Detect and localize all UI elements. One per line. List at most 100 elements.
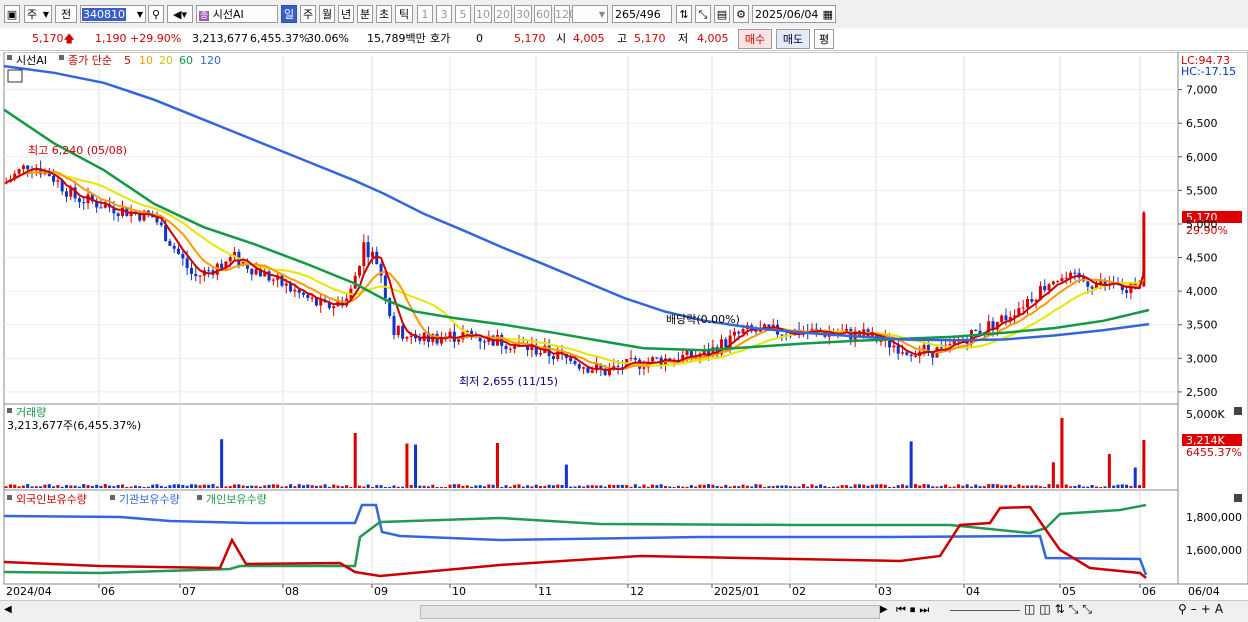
volume-bar (228, 486, 232, 488)
period-tick[interactable]: 틱 (395, 5, 413, 23)
volume-bar (543, 486, 547, 488)
x-axis: 2024/04 06 07 08 09 10 11 12 2025/01 02 03 04 05 06 06… (6, 584, 1220, 598)
crosshair-icon[interactable]: ⤡ (695, 5, 711, 23)
volume-bar (784, 485, 788, 488)
volume-bar (77, 486, 81, 488)
volume-bar (517, 484, 521, 488)
volume-bar (655, 485, 659, 488)
ma5-label: 5 (124, 54, 131, 67)
custom-minute-select[interactable]: ▼ (572, 5, 608, 23)
count-field[interactable]: 265/496 (612, 5, 672, 23)
change-value: 1,190 (95, 32, 127, 45)
x-tick-label: 12 (630, 585, 644, 598)
volume-bar (215, 486, 219, 488)
stock-chart[interactable]: 시선AI 종가 단순 5 10 20 60 120 LC:94.73 HC:-1… (0, 52, 1248, 600)
candle-body (780, 334, 784, 336)
volume-bar (1025, 485, 1029, 488)
minute-1[interactable]: 1 (417, 5, 433, 23)
low-value: 4,005 (697, 32, 729, 45)
volume-bar (258, 486, 262, 488)
buy-button[interactable]: 매수 (738, 29, 772, 49)
period-day[interactable]: 일 (281, 5, 297, 23)
candle-body (392, 315, 396, 336)
scroll-left-icon[interactable]: ◀ (4, 604, 12, 615)
search-icon[interactable]: ⚲ (148, 5, 164, 23)
volume-bar (220, 439, 224, 488)
candle-body (969, 329, 973, 344)
minute-5[interactable]: 5 (455, 5, 471, 23)
eval-button[interactable]: 평 (814, 29, 834, 49)
period-month[interactable]: 월 (319, 5, 335, 23)
volume-bar (73, 485, 77, 488)
window-menu-icon[interactable]: ▣ (4, 5, 20, 23)
speaker-icon[interactable]: ◀▾ (167, 5, 193, 23)
volume-bar (590, 485, 594, 488)
playback-icons[interactable]: ⏮⏹⏭ (896, 603, 933, 617)
volume-bar (551, 485, 555, 488)
code-input[interactable]: 340810 ▼ (80, 5, 146, 23)
minute-120[interactable]: 120 (554, 5, 576, 23)
minute-60[interactable]: 60 (534, 5, 552, 23)
candle-body (482, 341, 487, 343)
ma120-label: 120 (200, 54, 221, 67)
type-select[interactable]: 전 (55, 5, 77, 23)
volume-bar (767, 486, 771, 488)
stock-name-field[interactable]: 종 시선AI (196, 5, 278, 23)
volume-bar (43, 484, 47, 488)
scroll-right-icon[interactable]: ▶ (880, 604, 888, 615)
volume-bar (827, 486, 831, 488)
candle-body (116, 213, 120, 216)
bottom-scrollbar[interactable]: ◀ ▶ ⏮⏹⏭ ◫◫⇅⤡⤡ ⚲–+A (0, 600, 1248, 622)
hc-label: HC:-17.15 (1181, 65, 1236, 78)
period-week[interactable]: 주 (300, 5, 316, 23)
compare-icon[interactable]: ⇅ (676, 5, 692, 23)
minute-30[interactable]: 30 (514, 5, 532, 23)
market-select[interactable]: 주 ▼ (24, 5, 52, 23)
minute-20[interactable]: 20 (494, 5, 512, 23)
period-minute[interactable]: 분 (357, 5, 373, 23)
date-field[interactable]: 2025/06/04 ▦ (752, 5, 836, 23)
volume-bar (319, 485, 323, 488)
close-icon[interactable] (1234, 494, 1242, 502)
volume-bar (168, 485, 172, 488)
zoom-slider[interactable] (950, 610, 1020, 611)
trade-amount: 15,789백만 (367, 32, 426, 45)
table-icon[interactable] (7, 69, 23, 83)
x-tick-label: 2024/04 (6, 585, 52, 598)
volume-bar (676, 485, 680, 488)
volume-bar (793, 486, 797, 488)
date-value: 2025/06/04 (755, 8, 819, 21)
volume-bar (879, 484, 883, 488)
period-second[interactable]: 초 (376, 5, 392, 23)
volume-bar (366, 484, 370, 488)
volume-bar (293, 486, 297, 488)
minute-10[interactable]: 10 (474, 5, 492, 23)
candle-body (642, 367, 646, 369)
zoom-icons[interactable]: ⚲–+A (1178, 602, 1227, 616)
candle-body (164, 225, 168, 242)
volume-bar (720, 486, 724, 488)
volume-bar (336, 485, 340, 488)
sell-button[interactable]: 매도 (776, 29, 810, 49)
volume-bar (672, 486, 676, 488)
volume-bar (530, 486, 534, 488)
save-icon[interactable]: ▤ (714, 5, 730, 23)
minute-3[interactable]: 3 (436, 5, 452, 23)
y-tick-label: 5,500 (1186, 184, 1218, 197)
volume-bar (788, 486, 792, 488)
volume-bar (823, 486, 827, 488)
volume-bar (465, 485, 469, 488)
volume-bar (780, 485, 784, 488)
volume-bar (857, 484, 861, 488)
candle-body (504, 345, 508, 350)
x-tick-label: 06 (101, 585, 115, 598)
tool-icons[interactable]: ◫◫⇅⤡⤡ (1024, 602, 1096, 617)
volume-bar (965, 484, 969, 488)
period-year[interactable]: 년 (338, 5, 354, 23)
gear-icon[interactable]: ⚙ (733, 5, 749, 23)
scroll-thumb[interactable] (420, 605, 880, 619)
candle-body (370, 251, 374, 258)
close-icon[interactable] (1234, 407, 1242, 415)
volume-bar (86, 485, 90, 488)
y-tick-label: 7,000 (1186, 84, 1218, 97)
